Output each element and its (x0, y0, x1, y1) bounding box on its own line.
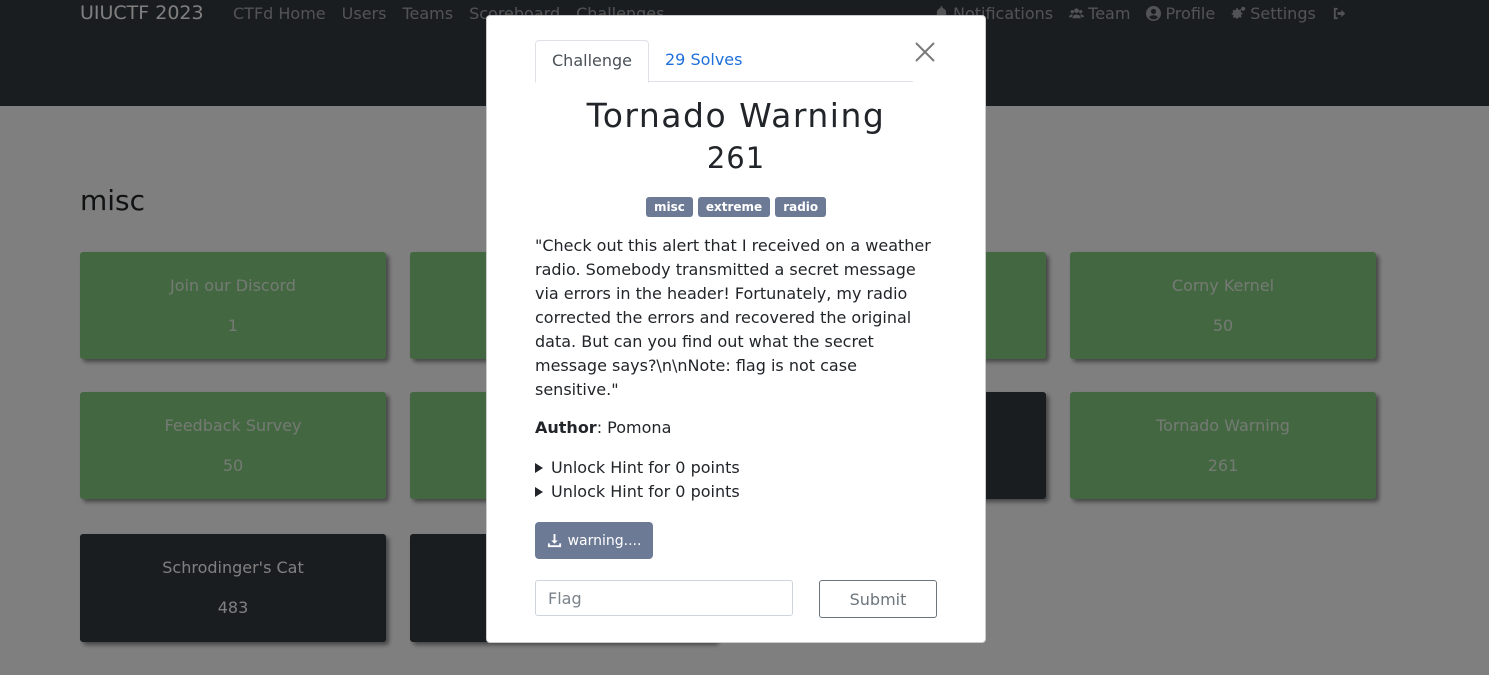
file-download-button[interactable]: warning.... (535, 522, 653, 559)
close-icon (915, 42, 935, 62)
modal-tabs: Challenge 29 Solves (535, 40, 913, 83)
challenge-modal: Challenge 29 Solves Tornado Warning 261 … (486, 15, 986, 643)
hint-label: Unlock Hint for 0 points (551, 482, 740, 501)
disclosure-triangle-icon (535, 462, 543, 473)
hint-unlock-1[interactable]: Unlock Hint for 0 points (535, 458, 740, 477)
file-download-label: warning.... (567, 532, 642, 549)
challenge-name: Tornado Warning (586, 96, 886, 135)
challenge-value: 261 (706, 141, 766, 175)
submit-button[interactable]: Submit (819, 580, 937, 618)
tag-badge: radio (775, 197, 827, 217)
download-icon (547, 533, 561, 548)
challenge-tags: misc extreme radio (646, 197, 827, 217)
challenge-description: "Check out this alert that I received on… (535, 236, 931, 399)
close-button[interactable] (909, 36, 941, 68)
tab-challenge[interactable]: Challenge (535, 40, 649, 83)
disclosure-triangle-icon (535, 486, 543, 497)
tab-solves[interactable]: 29 Solves (649, 40, 758, 80)
flag-input[interactable] (535, 580, 793, 616)
challenge-author: Author: Pomona (535, 418, 671, 437)
author-label: Author (535, 418, 597, 437)
hint-unlock-2[interactable]: Unlock Hint for 0 points (535, 482, 740, 501)
author-name: : Pomona (596, 418, 672, 437)
tag-badge: extreme (697, 197, 771, 217)
tag-badge: misc (646, 197, 693, 217)
hint-label: Unlock Hint for 0 points (551, 458, 740, 477)
